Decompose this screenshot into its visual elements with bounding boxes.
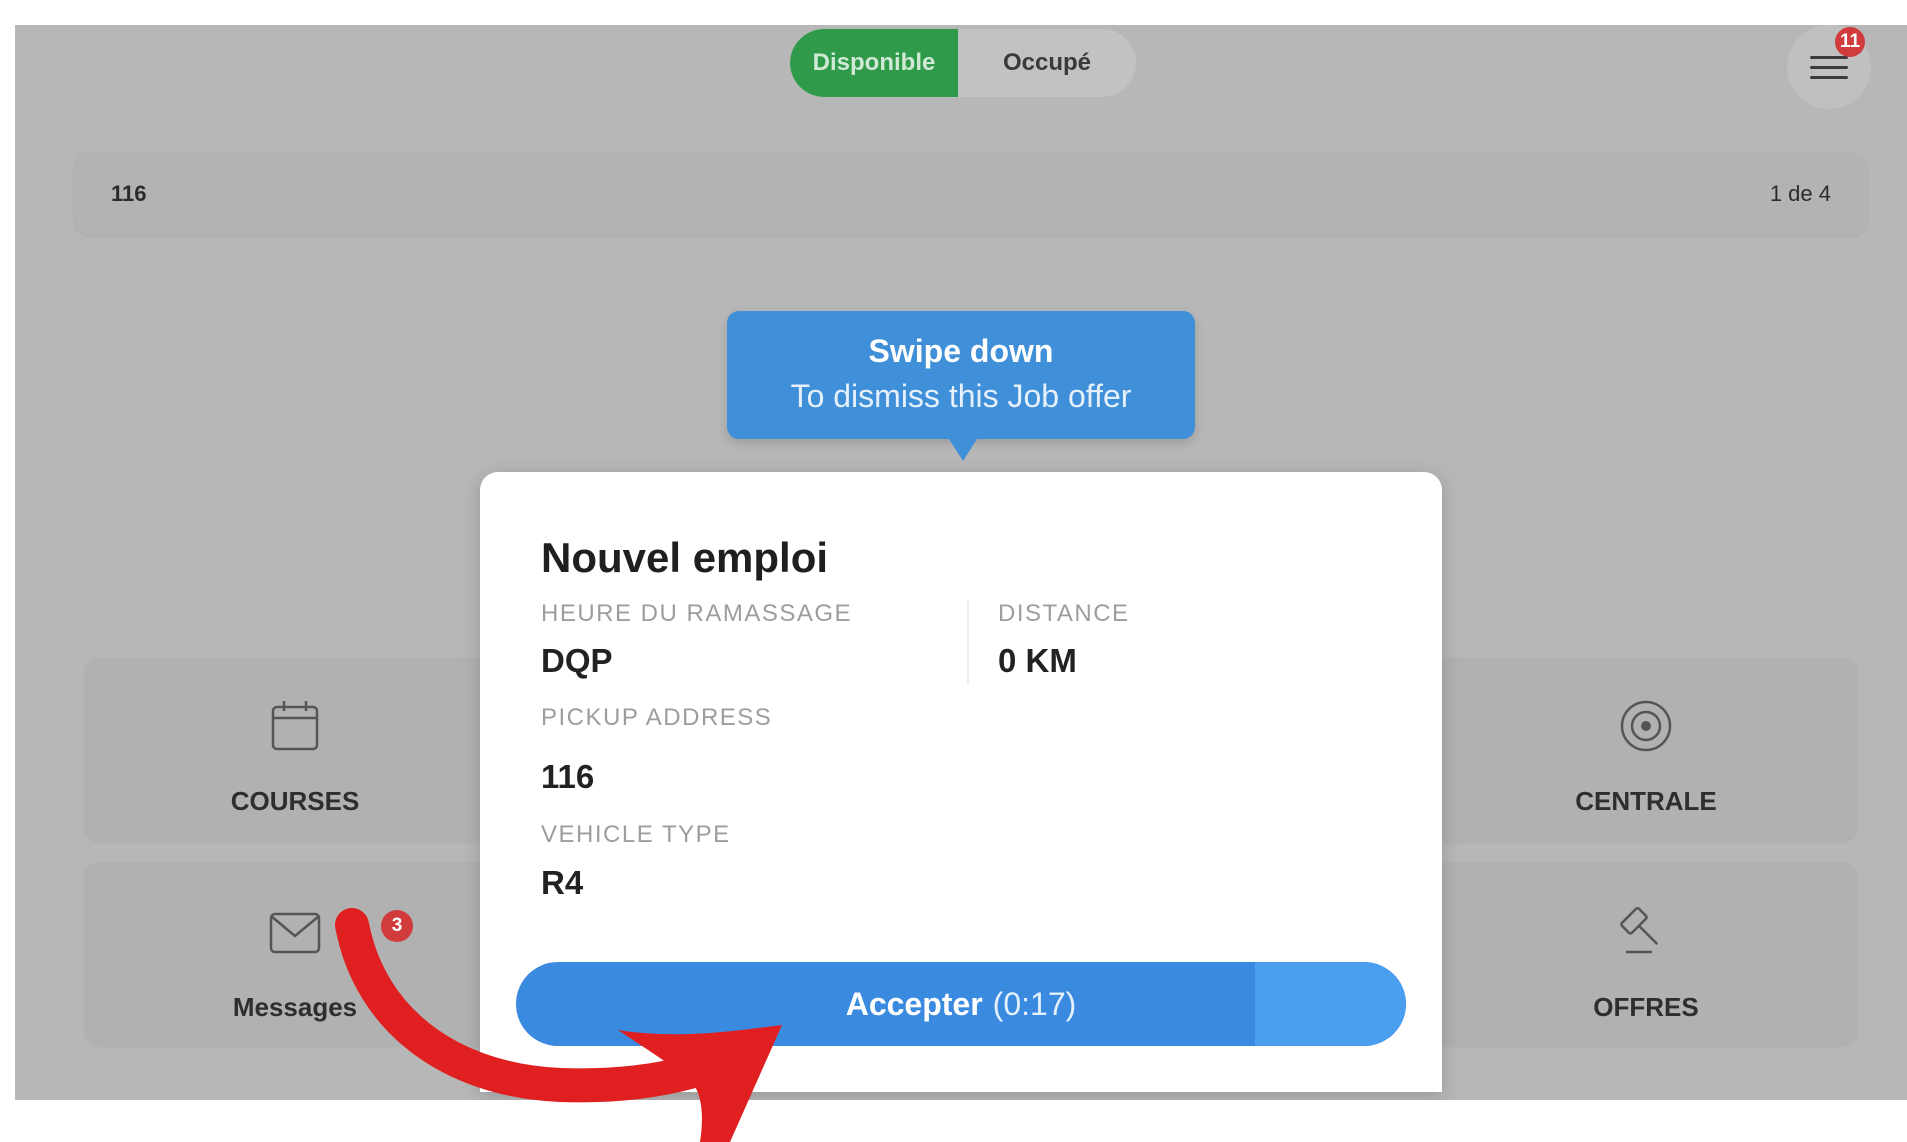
- calendar-icon: [271, 701, 319, 751]
- tile-courses-label: COURSES: [230, 786, 360, 816]
- pickup-address-value: 116: [541, 758, 595, 795]
- column-divider: [967, 600, 969, 684]
- messages-badge: 3: [381, 910, 413, 942]
- tooltip-title: Swipe down: [868, 333, 1054, 369]
- status-available-option[interactable]: Disponible: [790, 29, 958, 97]
- menu-button[interactable]: 11: [1787, 25, 1871, 109]
- job-id: 116: [111, 181, 147, 206]
- job-offer-card[interactable]: Nouvel emploi HEURE DU RAMASSAGE DQP DIS…: [480, 472, 1442, 1092]
- tile-centrale[interactable]: CENTRALE: [1435, 658, 1857, 841]
- tile-offres[interactable]: OFFRES: [1435, 862, 1857, 1045]
- pickup-time-label: HEURE DU RAMASSAGE: [541, 600, 853, 627]
- job-pagination: 1 de 4: [1769, 181, 1831, 206]
- target-icon: [1620, 700, 1672, 752]
- tile-messages[interactable]: 3 Messages: [85, 862, 505, 1045]
- tile-centrale-label: CENTRALE: [1575, 786, 1717, 816]
- accept-timer: (0:17): [992, 985, 1077, 1022]
- accept-countdown-progress: [1254, 962, 1406, 1046]
- notification-badge: 11: [1835, 27, 1865, 57]
- gavel-icon: [1620, 906, 1659, 954]
- tile-courses[interactable]: COURSES: [85, 658, 505, 841]
- tile-messages-label: Messages: [232, 992, 358, 1022]
- vehicle-type-value: R4: [541, 864, 584, 901]
- accept-label: Accepter: [845, 985, 983, 1022]
- vehicle-type-label: VEHICLE TYPE: [541, 821, 731, 848]
- pickup-time-value: DQP: [541, 642, 613, 679]
- accept-job-button[interactable]: Accepter (0:17): [516, 962, 1406, 1046]
- job-offer-title: Nouvel emploi: [541, 534, 829, 581]
- app-screen: Disponible Occupé 11 116 1 de 4 COURSES …: [15, 25, 1907, 1100]
- availability-toggle[interactable]: Disponible Occupé: [790, 29, 1136, 97]
- distance-value: 0 KM: [998, 642, 1077, 679]
- envelope-icon: [269, 912, 321, 954]
- pickup-address-label: PICKUP ADDRESS: [541, 704, 773, 731]
- tooltip-subtitle: To dismiss this Job offer: [790, 378, 1132, 414]
- distance-label: DISTANCE: [998, 600, 1130, 627]
- swipe-hint-tooltip: Swipe down To dismiss this Job offer: [727, 311, 1195, 461]
- status-busy-option[interactable]: Occupé: [958, 29, 1136, 97]
- tile-offres-label: OFFRES: [1593, 992, 1699, 1022]
- job-info-bar[interactable]: 116 1 de 4: [75, 153, 1867, 235]
